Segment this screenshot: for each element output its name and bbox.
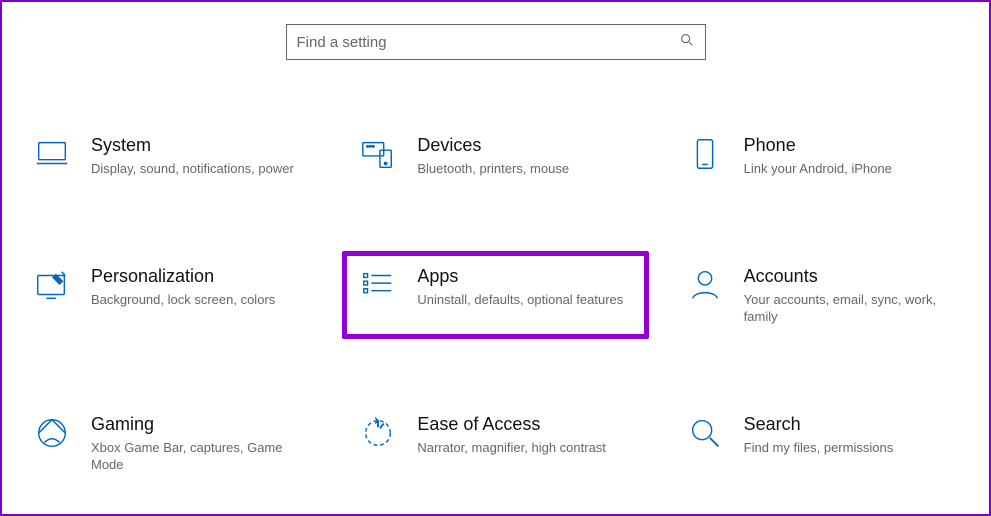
- tile-desc: Xbox Game Bar, captures, Game Mode: [91, 439, 301, 474]
- tile-desc: Find my files, permissions: [744, 439, 954, 457]
- personalization-icon: [31, 264, 73, 306]
- search-tile-icon: [684, 412, 726, 454]
- devices-icon: [357, 133, 399, 175]
- tile-phone[interactable]: Phone Link your Android, iPhone: [669, 120, 975, 191]
- system-icon: [31, 133, 73, 175]
- tile-personalization[interactable]: Personalization Background, lock screen,…: [16, 251, 322, 339]
- tile-text: Apps Uninstall, defaults, optional featu…: [417, 264, 633, 309]
- tile-gaming[interactable]: Gaming Xbox Game Bar, captures, Game Mod…: [16, 399, 322, 487]
- tile-text: Search Find my files, permissions: [744, 412, 960, 457]
- tile-title: System: [91, 135, 307, 156]
- tile-ease-of-access[interactable]: Ease of Access Narrator, magnifier, high…: [342, 399, 648, 487]
- tile-title: Devices: [417, 135, 633, 156]
- tile-search[interactable]: Search Find my files, permissions: [669, 399, 975, 487]
- apps-icon: [357, 264, 399, 306]
- phone-icon: [684, 133, 726, 175]
- tile-desc: Background, lock screen, colors: [91, 291, 301, 309]
- tile-desc: Bluetooth, printers, mouse: [417, 160, 627, 178]
- tile-system[interactable]: System Display, sound, notifications, po…: [16, 120, 322, 191]
- tile-text: Devices Bluetooth, printers, mouse: [417, 133, 633, 178]
- tile-accounts[interactable]: Accounts Your accounts, email, sync, wor…: [669, 251, 975, 339]
- tile-desc: Narrator, magnifier, high contrast: [417, 439, 627, 457]
- search-box[interactable]: [286, 24, 706, 60]
- tile-apps[interactable]: Apps Uninstall, defaults, optional featu…: [342, 251, 648, 339]
- search-input[interactable]: [297, 34, 679, 51]
- tile-text: Ease of Access Narrator, magnifier, high…: [417, 412, 633, 457]
- tile-title: Accounts: [744, 266, 960, 287]
- settings-grid: System Display, sound, notifications, po…: [2, 100, 989, 487]
- tile-text: Phone Link your Android, iPhone: [744, 133, 960, 178]
- tile-title: Phone: [744, 135, 960, 156]
- tile-desc: Uninstall, defaults, optional features: [417, 291, 627, 309]
- search-icon: [679, 32, 695, 52]
- tile-title: Apps: [417, 266, 633, 287]
- tile-title: Gaming: [91, 414, 307, 435]
- tile-devices[interactable]: Devices Bluetooth, printers, mouse: [342, 120, 648, 191]
- tile-title: Personalization: [91, 266, 307, 287]
- tile-desc: Display, sound, notifications, power: [91, 160, 301, 178]
- accounts-icon: [684, 264, 726, 306]
- tile-title: Ease of Access: [417, 414, 633, 435]
- tile-text: Accounts Your accounts, email, sync, wor…: [744, 264, 960, 326]
- tile-title: Search: [744, 414, 960, 435]
- ease-of-access-icon: [357, 412, 399, 454]
- search-row: [2, 2, 989, 100]
- tile-text: Gaming Xbox Game Bar, captures, Game Mod…: [91, 412, 307, 474]
- tile-desc: Your accounts, email, sync, work, family: [744, 291, 954, 326]
- tile-text: System Display, sound, notifications, po…: [91, 133, 307, 178]
- tile-desc: Link your Android, iPhone: [744, 160, 954, 178]
- gaming-icon: [31, 412, 73, 454]
- tile-text: Personalization Background, lock screen,…: [91, 264, 307, 309]
